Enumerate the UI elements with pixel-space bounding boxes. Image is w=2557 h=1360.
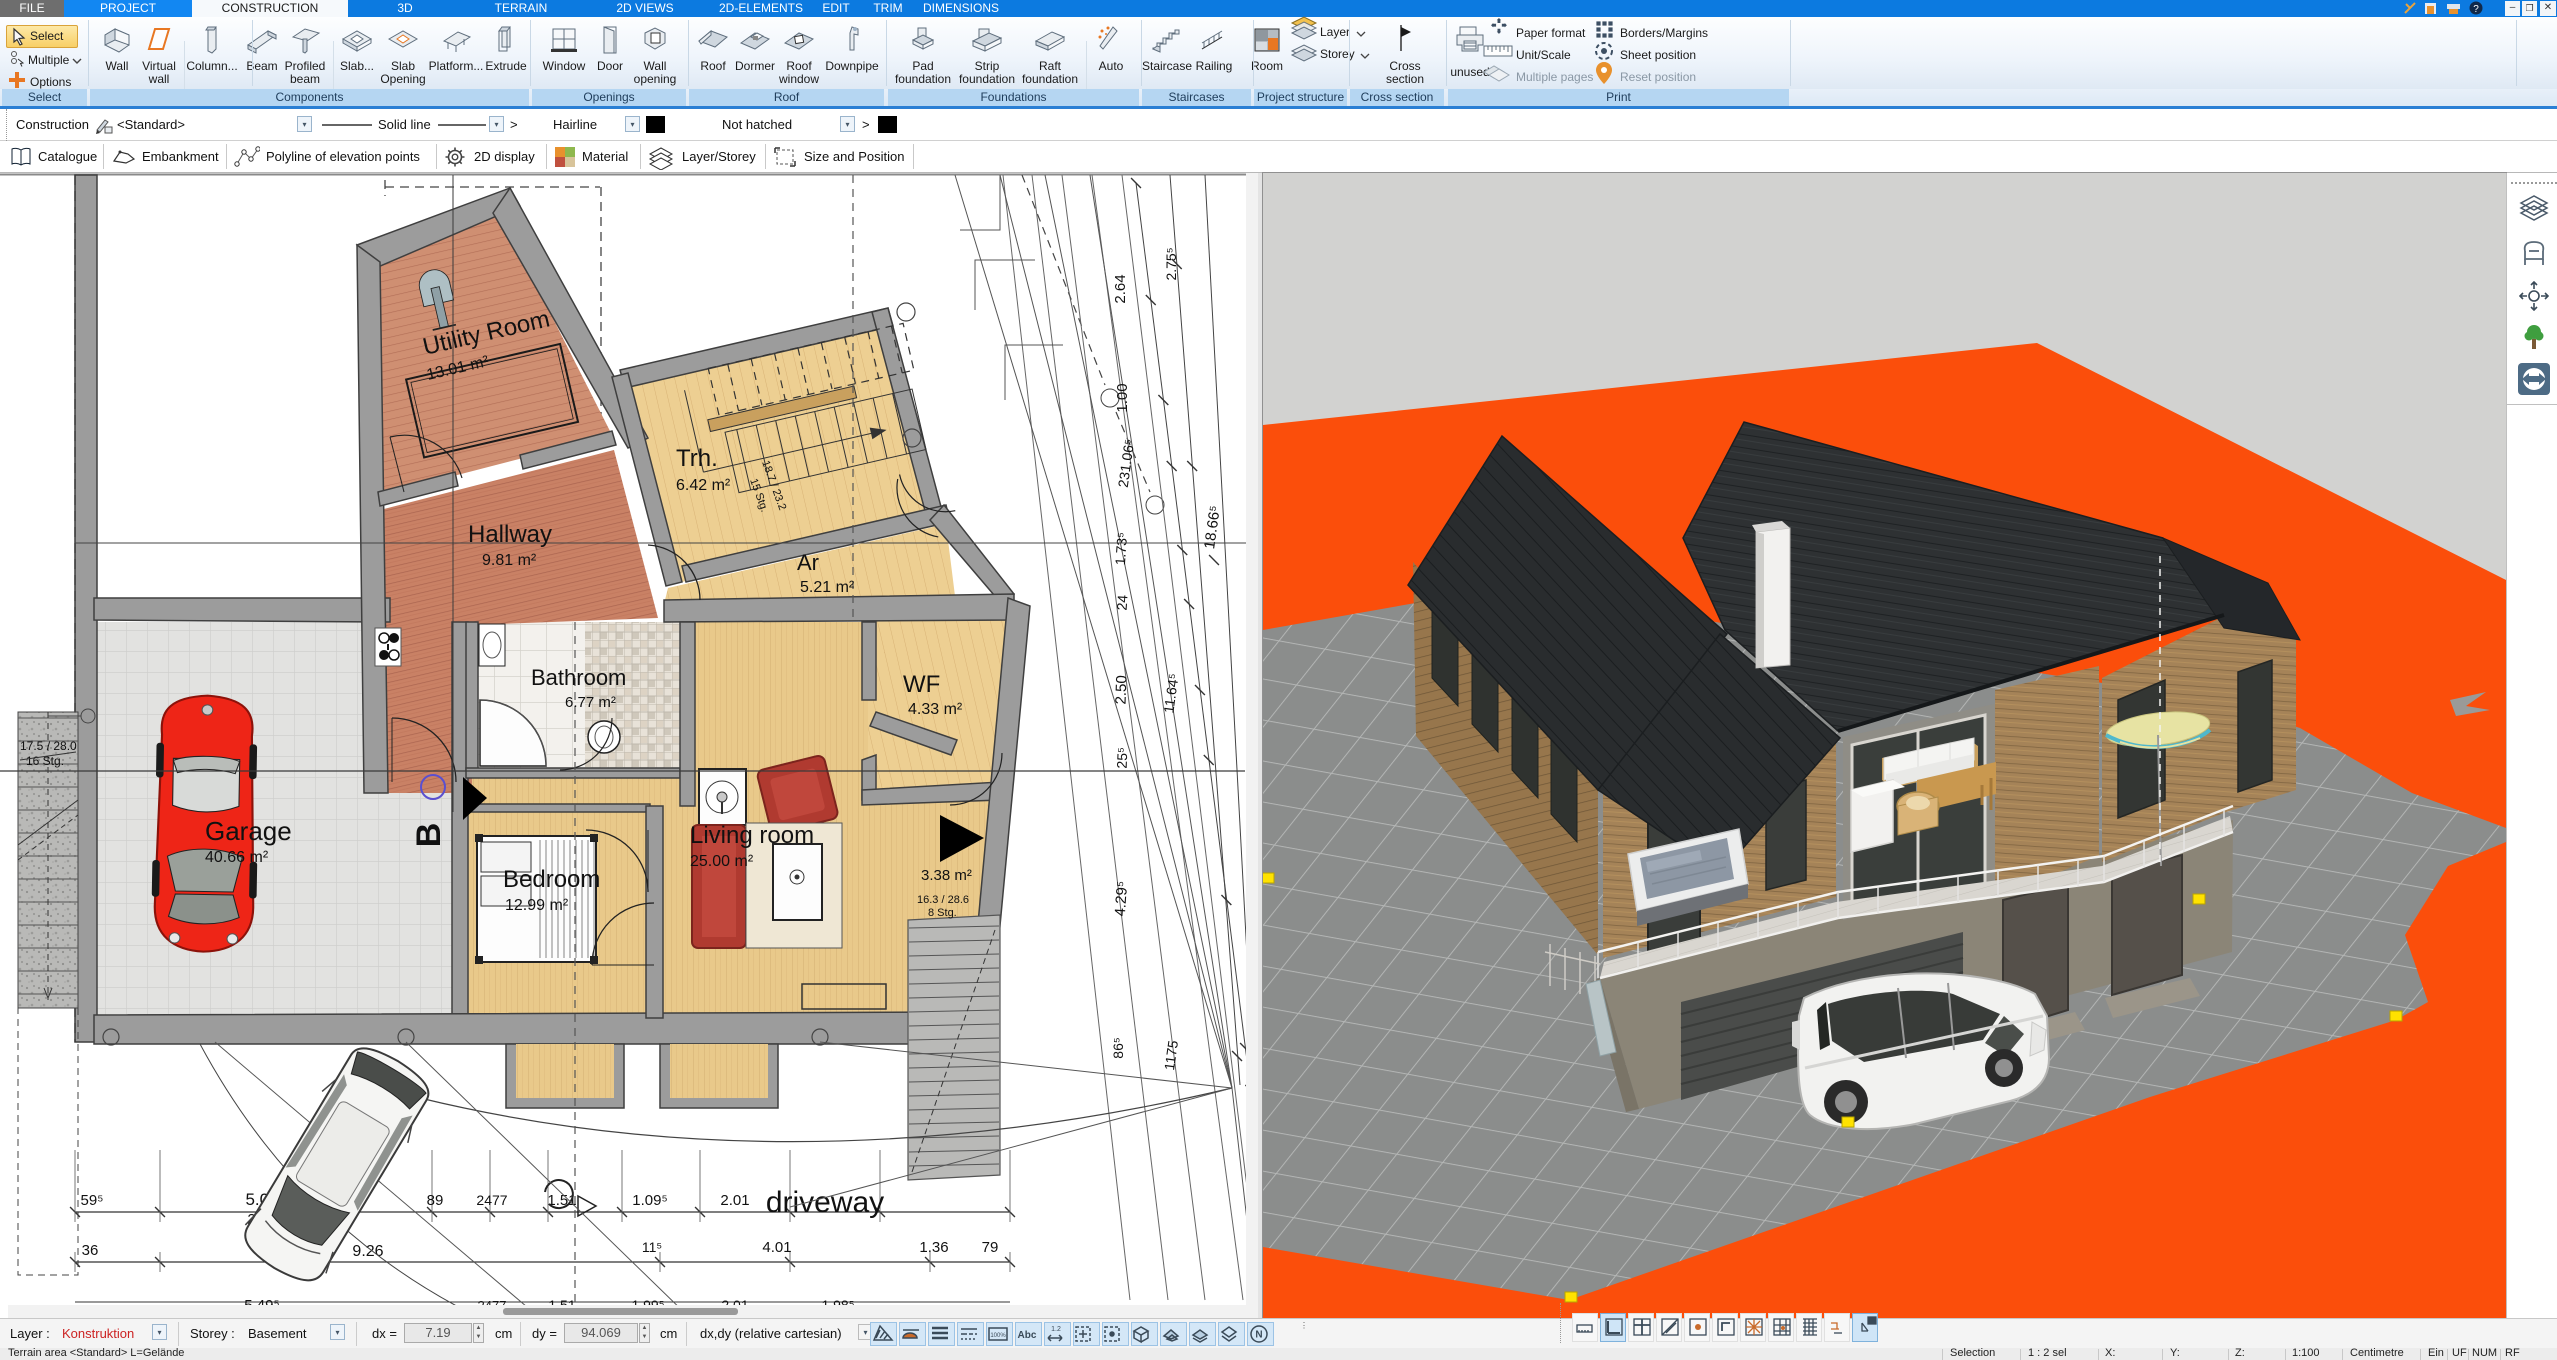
svg-text:25⁵: 25⁵ (1114, 747, 1131, 769)
svg-text:2.01: 2.01 (721, 1297, 748, 1305)
svg-text:11.64⁵: 11.64⁵ (1160, 672, 1181, 714)
svg-text:5.21 m²: 5.21 m² (800, 579, 855, 596)
svg-text:100%: 100% (990, 1333, 1006, 1339)
svg-text:86⁵: 86⁵ (1110, 1037, 1126, 1058)
svg-text:Bathroom: Bathroom (531, 665, 626, 690)
svg-text:1.2: 1.2 (1051, 1326, 1061, 1333)
svg-text:4.01: 4.01 (762, 1239, 791, 1256)
svg-text:24: 24 (1113, 594, 1130, 611)
svg-text:2.01: 2.01 (720, 1192, 749, 1209)
svg-text:11⁵: 11⁵ (642, 1239, 662, 1255)
svg-text:1.09⁵: 1.09⁵ (632, 1192, 667, 1209)
svg-text:6.77 m²: 6.77 m² (565, 694, 616, 711)
svg-text:9.26: 9.26 (352, 1243, 383, 1260)
svg-text:4.29⁵: 4.29⁵ (1112, 880, 1131, 917)
svg-text:?: ? (2473, 4, 2479, 15)
svg-text:89: 89 (427, 1192, 444, 1209)
svg-text:1.98⁵: 1.98⁵ (821, 1297, 854, 1305)
svg-text:2.75⁵: 2.75⁵ (1163, 247, 1179, 280)
svg-text:Hallway: Hallway (468, 521, 552, 548)
svg-text:4.33 m²: 4.33 m² (908, 701, 963, 718)
svg-text:1.36: 1.36 (919, 1239, 948, 1256)
svg-text:2.50: 2.50 (1112, 675, 1130, 705)
svg-text:Abc: Abc (1018, 1330, 1037, 1341)
svg-text:2.64: 2.64 (1112, 274, 1129, 303)
svg-text:79: 79 (982, 1239, 999, 1256)
svg-text:2477: 2477 (478, 1298, 507, 1305)
svg-text:WF: WF (903, 671, 940, 698)
svg-text:Bedroom: Bedroom (503, 866, 600, 893)
svg-text:1.99⁵: 1.99⁵ (631, 1297, 664, 1305)
svg-text:231.06⁵: 231.06⁵ (1115, 438, 1138, 488)
svg-text:Living room: Living room (690, 822, 814, 849)
svg-text:1.00: 1.00 (1114, 383, 1131, 412)
svg-text:Garage: Garage (205, 816, 292, 846)
svg-text:17.5 / 28.0: 17.5 / 28.0 (20, 739, 77, 753)
svg-text:59⁵: 59⁵ (81, 1192, 104, 1209)
svg-text:1.73⁵: 1.73⁵ (1112, 532, 1130, 566)
svg-text:1.51: 1.51 (548, 1297, 575, 1305)
svg-text:8 Stg.: 8 Stg. (928, 907, 957, 919)
svg-text:N: N (1255, 1330, 1262, 1341)
svg-text:Ar: Ar (797, 550, 819, 575)
svg-text:12.99 m²: 12.99 m² (505, 897, 569, 914)
svg-text:5.49⁵: 5.49⁵ (244, 1297, 279, 1305)
svg-text:40.66 m²: 40.66 m² (205, 849, 269, 866)
svg-text:driveway: driveway (766, 1186, 884, 1219)
svg-text:2477: 2477 (476, 1192, 507, 1208)
svg-text:6.42 m²: 6.42 m² (676, 477, 731, 494)
svg-text:36: 36 (82, 1242, 99, 1259)
svg-text:Trh.: Trh. (676, 445, 718, 472)
svg-text:16.3 / 28.6: 16.3 / 28.6 (917, 894, 969, 906)
svg-text:3.38 m²: 3.38 m² (921, 867, 972, 884)
svg-text:25.00 m²: 25.00 m² (690, 853, 754, 870)
svg-text:9.81 m²: 9.81 m² (482, 552, 537, 569)
svg-text:B: B (410, 823, 448, 848)
svg-text:1175: 1175 (1161, 1039, 1181, 1071)
